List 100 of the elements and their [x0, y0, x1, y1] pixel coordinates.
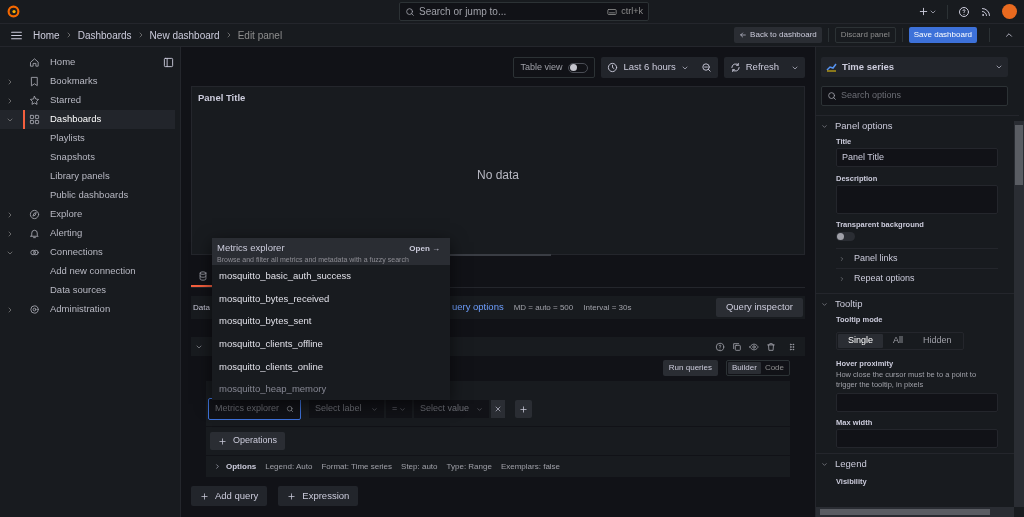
chevron-right-icon	[214, 463, 221, 470]
sidebar-item[interactable]: Explore	[50, 207, 83, 222]
save-button[interactable]: Save dashboard	[908, 27, 977, 43]
metric-option[interactable]: mosquitto_bytes_received	[212, 287, 450, 311]
plus-icon	[200, 491, 209, 501]
plus-icon	[218, 436, 227, 446]
logo-icon[interactable]	[7, 5, 20, 18]
sidebar-item-selected[interactable]: Dashboards	[0, 110, 175, 129]
arrow-left-icon	[739, 31, 748, 39]
rss-icon[interactable]	[980, 5, 992, 18]
caret-icon	[399, 405, 406, 413]
vertical-scrollbar[interactable]	[1014, 121, 1024, 507]
chevron-right-icon[interactable]	[6, 77, 14, 86]
help-icon[interactable]	[715, 341, 725, 352]
zoom-out-icon[interactable]	[700, 62, 712, 73]
discard-button[interactable]: Discard panel	[834, 27, 896, 43]
sidebar-subitem[interactable]: Add new connection	[50, 264, 136, 279]
add-button[interactable]	[918, 6, 937, 17]
horizontal-scrollbar[interactable]	[816, 507, 1014, 517]
chart-icon	[826, 62, 837, 72]
expression-button[interactable]: Expression	[278, 486, 359, 506]
chevron-right-icon[interactable]	[6, 229, 14, 238]
search-options-field[interactable]: Search options	[821, 86, 1008, 106]
help-icon[interactable]	[958, 5, 970, 18]
keyboard-icon	[607, 6, 618, 17]
option-summary: Type: Range	[446, 460, 492, 473]
radio-option[interactable]: Single	[838, 333, 884, 348]
star-icon	[28, 95, 40, 106]
data-source-label: Data	[193, 301, 210, 314]
chevron-right-icon[interactable]	[6, 96, 14, 105]
dropdown-title: Metrics explorer	[217, 241, 285, 255]
breadcrumb-link[interactable]: Home	[33, 27, 60, 43]
section-header[interactable]: Tooltip	[821, 294, 1008, 314]
sidebar-item[interactable]: Alerting	[50, 226, 83, 241]
option-summary: Legend: Auto	[265, 460, 313, 473]
chevron-right-icon[interactable]	[6, 210, 14, 219]
trash-icon[interactable]	[766, 341, 776, 352]
breadcrumb-link[interactable]: Edit panel	[237, 27, 283, 43]
back-button[interactable]: Back to dashboard	[734, 27, 822, 43]
metric-option[interactable]: mosquitto_basic_auth_success	[212, 265, 450, 288]
option-summary: Format: Time series	[321, 460, 393, 473]
remove-filter-button[interactable]	[491, 400, 505, 418]
sidebar-subitem[interactable]: Library panels	[50, 169, 110, 184]
open-link[interactable]: Open →	[409, 243, 440, 255]
metric-option[interactable]: mosquitto_heap_memory	[212, 377, 450, 400]
sidebar-subitem[interactable]: Public dashboards	[50, 188, 129, 203]
sidebar-item[interactable]: Administration	[50, 302, 111, 317]
dock-icon[interactable]	[163, 57, 174, 68]
search-field[interactable]: Search or jump to... ctrl+k	[399, 2, 649, 21]
add-filter-button[interactable]	[515, 400, 532, 418]
option-summary: Exemplars: false	[500, 460, 561, 473]
add-query-button[interactable]: Add query	[191, 486, 268, 506]
sidebar-subitem[interactable]: Snapshots	[50, 150, 95, 165]
bell-icon	[28, 228, 40, 239]
breadcrumb-link[interactable]: Dashboards	[77, 27, 132, 43]
input-field[interactable]: Panel Title	[836, 148, 998, 167]
no-data-message: No data	[477, 166, 519, 184]
search-icon	[405, 6, 415, 17]
metric-option[interactable]: mosquitto_bytes_sent	[212, 310, 450, 333]
sidebar-subitem[interactable]: Playlists	[50, 131, 85, 146]
breadcrumb-link[interactable]: New dashboard	[149, 27, 220, 43]
compass-icon	[28, 209, 40, 220]
run-queries-button[interactable]: Run queries	[662, 360, 718, 376]
sidebar-item[interactable]: Home	[50, 55, 76, 70]
caret-icon	[476, 405, 483, 413]
mode-toggle[interactable]: Builder	[727, 362, 761, 374]
grid-icon	[28, 114, 40, 125]
metric-option[interactable]: mosquitto_clients_online	[212, 355, 450, 378]
copy-icon[interactable]	[732, 341, 742, 352]
close-icon	[494, 405, 502, 413]
sidebar-item[interactable]: Starred	[50, 93, 82, 108]
value-select[interactable]: Select value	[414, 400, 489, 418]
query-options-link[interactable]: uery options	[451, 300, 504, 315]
options-toggle[interactable]: Options	[214, 460, 257, 473]
query-inspector-button[interactable]: Query inspector	[715, 298, 803, 317]
interval-info: Interval = 30s	[583, 301, 632, 314]
collapsible-group[interactable]: Panel links	[836, 248, 998, 268]
operations-button[interactable]: Operations	[210, 432, 286, 450]
collapse-icon[interactable]	[1004, 30, 1014, 40]
drag-handle-icon[interactable]	[787, 341, 797, 352]
toggle-switch[interactable]	[836, 232, 855, 241]
section-header[interactable]: Legend	[821, 454, 1008, 474]
sidebar-item[interactable]: Bookmarks	[50, 74, 98, 89]
collapsible-group[interactable]: Repeat options	[836, 268, 998, 288]
caret-icon	[995, 63, 1003, 71]
visualization-picker[interactable]: Time series	[821, 57, 1008, 77]
metric-option[interactable]: mosquitto_clients_offline	[212, 332, 450, 356]
option-summary: Step: auto	[401, 460, 438, 473]
sidebar-subitem[interactable]: Data sources	[50, 283, 106, 298]
avatar[interactable]	[1002, 4, 1017, 19]
plus-icon	[519, 404, 528, 414]
plus-icon	[287, 491, 297, 501]
radio-option[interactable]: All	[883, 333, 914, 348]
mode-toggle[interactable]: Code	[760, 362, 788, 374]
search-icon	[286, 405, 294, 413]
eye-icon[interactable]	[749, 341, 759, 352]
chevron-right-icon[interactable]	[6, 305, 14, 314]
section-header[interactable]: Panel options	[821, 116, 1008, 136]
sidebar-item[interactable]: Connections	[50, 245, 103, 260]
radio-option[interactable]: Hidden	[913, 333, 962, 348]
